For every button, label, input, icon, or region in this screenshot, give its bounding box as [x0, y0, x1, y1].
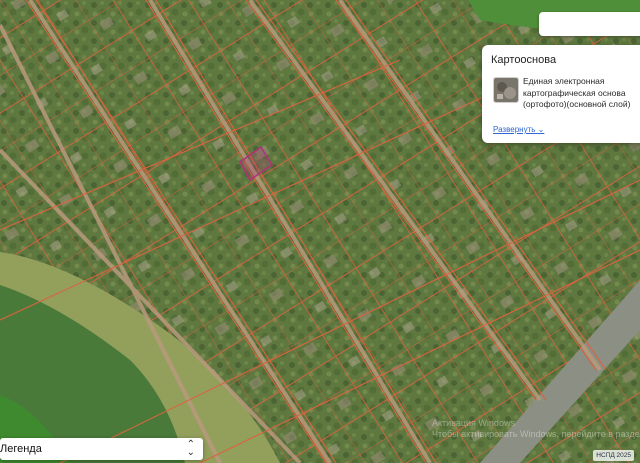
watermark-line-2: Чтобы активировать Windows, перейдите в …: [432, 429, 640, 439]
expand-link[interactable]: Развернуть ⌄: [493, 125, 544, 134]
basemap-layer-item[interactable]: Единая электронная картографическая осно…: [491, 75, 640, 115]
basemap-panel: Картооснова Единая электронная картограф…: [482, 45, 640, 143]
watermark-line-1: Активация Windows: [432, 418, 515, 428]
layer-name: Единая электронная картографическая осно…: [523, 76, 631, 109]
panel-title: Картооснова: [491, 54, 557, 66]
layer-thumbnail: [493, 77, 519, 103]
attribution: НСПД 2025: [593, 450, 634, 461]
updown-arrows-icon: ⌃ ⌄: [186, 439, 195, 458]
search-input[interactable]: [539, 12, 640, 36]
windows-activation-watermark: Активация Windows Чтобы активировать Win…: [432, 418, 640, 440]
expand-label: Развернуть: [493, 125, 536, 134]
legend-select[interactable]: Легенда ⌃ ⌄: [0, 438, 203, 460]
chevron-down-icon: ⌄: [537, 125, 545, 134]
legend-label: Легенда: [0, 443, 42, 455]
